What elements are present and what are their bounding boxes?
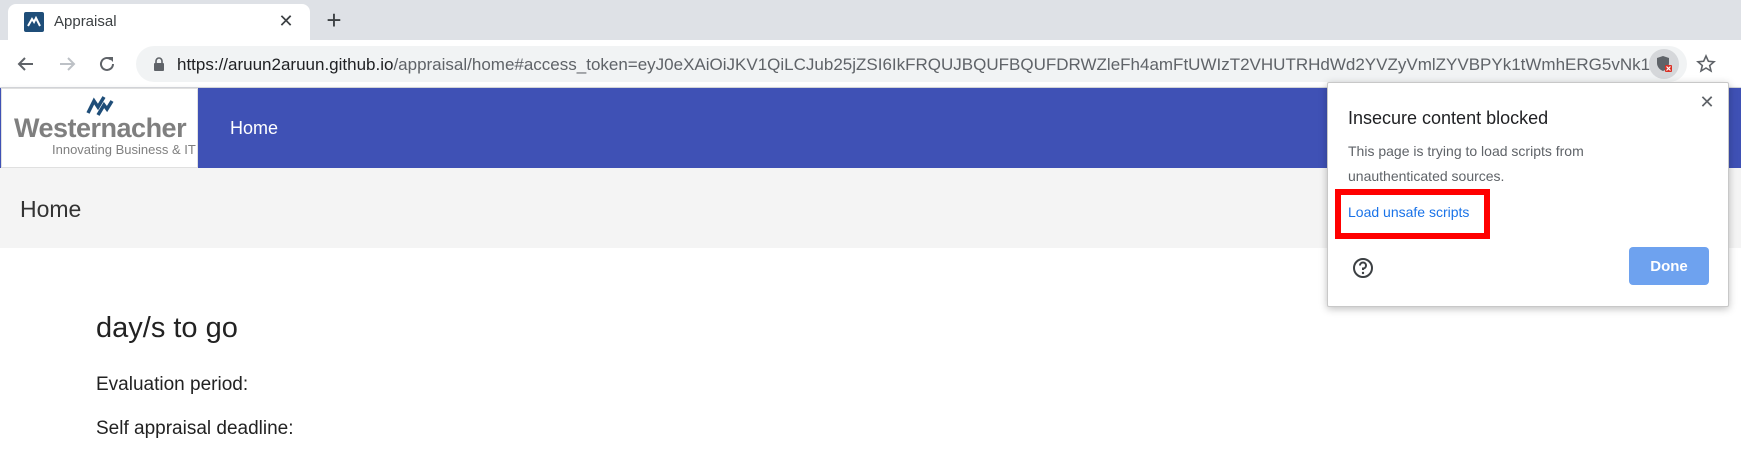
back-arrow-icon[interactable] [14, 52, 38, 76]
url-text: https://aruun2aruun.github.io/appraisal/… [177, 55, 1664, 75]
popup-title: Insecure content blocked [1348, 108, 1549, 128]
address-bar[interactable]: https://aruun2aruun.github.io/appraisal/… [136, 46, 1687, 82]
url-path: /appraisal/home#access_token=eyJ0eXAiOiJ… [393, 55, 1665, 74]
new-tab-button[interactable]: + [322, 5, 346, 35]
page-title: Home [20, 196, 82, 222]
blocked-shield-icon[interactable] [1649, 49, 1679, 79]
lock-icon [154, 57, 164, 71]
load-unsafe-scripts-link[interactable]: Load unsafe scripts [1348, 204, 1469, 220]
done-button[interactable]: Done [1629, 247, 1709, 285]
bookmark-star-icon[interactable] [1694, 52, 1718, 76]
nav-home-link[interactable]: Home [230, 118, 278, 139]
close-tab-icon[interactable]: ✕ [276, 11, 296, 31]
self-appraisal-deadline-label: Self appraisal deadline: [96, 418, 294, 439]
days-to-go-heading: day/s to go [96, 312, 238, 344]
close-icon[interactable]: ✕ [1698, 92, 1716, 112]
evaluation-period-label: Evaluation period: [96, 374, 249, 395]
browser-toolbar: https://aruun2aruun.github.io/appraisal/… [0, 40, 1741, 88]
help-icon[interactable] [1352, 257, 1374, 279]
reload-icon[interactable] [95, 52, 119, 76]
insecure-content-popup: Insecure content blocked ✕ This page is … [1327, 82, 1729, 307]
tab-appraisal[interactable]: Appraisal ✕ [8, 4, 310, 40]
westernacher-logo[interactable]: Westernacher Innovating Business & IT [1, 88, 198, 168]
tab-strip: Appraisal ✕ + [0, 0, 1741, 40]
forward-arrow-icon[interactable] [55, 52, 79, 76]
logo-text: Westernacher [14, 113, 187, 143]
popup-message: This page is trying to load scripts from… [1348, 143, 1584, 184]
tab-title: Appraisal [54, 13, 117, 30]
url-host: https://aruun2aruun.github.io [177, 55, 394, 74]
site-favicon-icon [24, 12, 44, 32]
logo-tagline: Innovating Business & IT [52, 142, 196, 157]
